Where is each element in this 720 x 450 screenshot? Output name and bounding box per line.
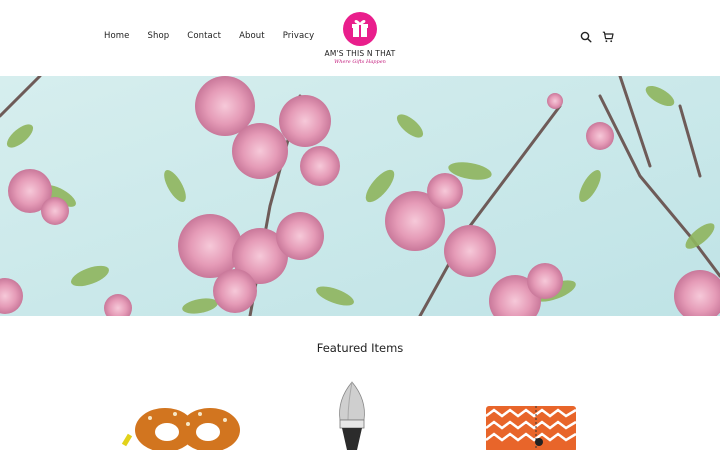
brand-name: AM'S THIS N THAT [324,49,396,58]
site-header: Home Shop Contact About Privacy AM'S THI… [0,0,720,76]
product-makeup-brush-image[interactable] [330,380,375,450]
nav-home-link[interactable]: Home [104,31,130,41]
product-pretzel-bag-image[interactable] [120,400,255,450]
hero-banner-image [0,76,720,316]
featured-items-heading: Featured Items [316,341,404,355]
main-nav: Home Shop Contact About Privacy [104,31,332,41]
nav-about-link[interactable]: About [239,31,265,41]
nav-shop-link[interactable]: Shop [148,31,170,41]
product-orange-pillow-image[interactable] [484,404,579,450]
cart-icon[interactable] [602,30,614,43]
header-actions [580,30,614,43]
nav-privacy-link[interactable]: Privacy [283,31,314,41]
gift-logo-icon [343,12,377,46]
site-logo[interactable]: AM'S THIS N THAT Where Gifts Happen [322,12,398,65]
nav-contact-link[interactable]: Contact [187,31,221,41]
brand-tagline: Where Gifts Happen [334,59,386,65]
search-icon[interactable] [580,30,592,43]
